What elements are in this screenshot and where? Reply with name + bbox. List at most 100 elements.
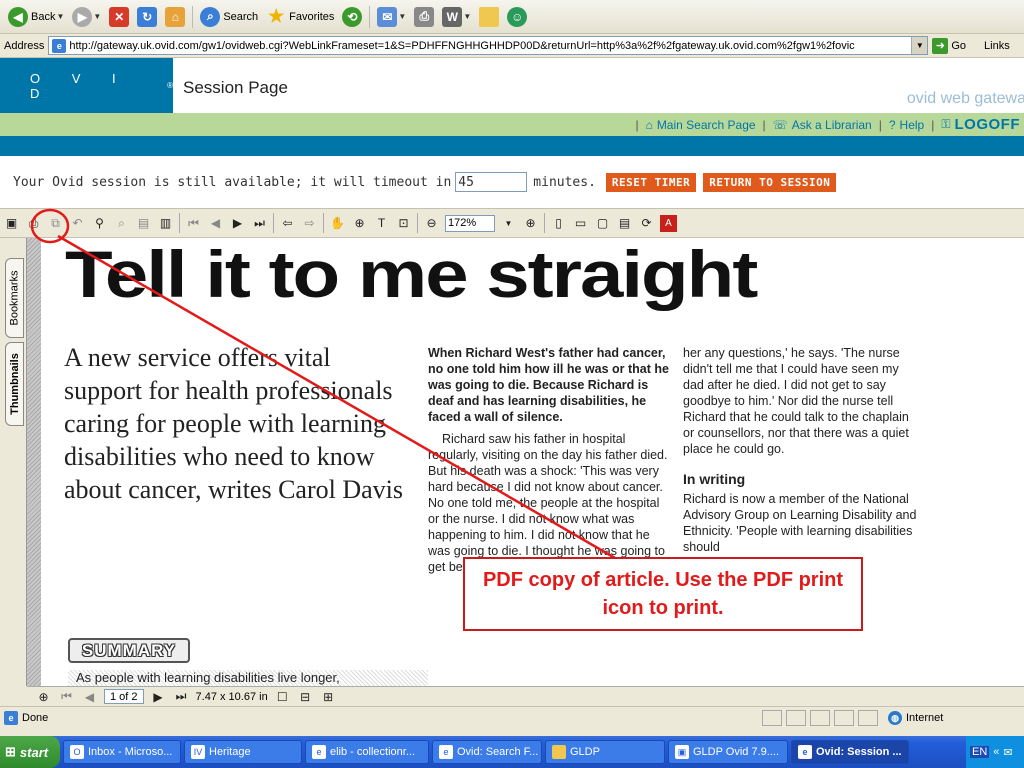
single-page-icon[interactable]: ☐ [274,688,291,705]
favorites-label: Favorites [289,10,335,23]
mail-icon[interactable]: ✉ [1003,746,1012,759]
ask-librarian-link[interactable]: Ask a Librarian [792,118,872,132]
page-size-label: 7.47 x 10.67 in [195,690,268,703]
tab-thumbnails-label: Thumbnails [8,353,21,415]
tab-bookmarks[interactable]: Bookmarks [5,258,24,338]
return-to-session-button[interactable]: RETURN TO SESSION [703,172,837,192]
ovid-logo: O V I D ® [0,58,173,113]
search-button[interactable]: ⌕ Search [196,4,262,30]
address-bar: Address e http://gateway.uk.ovid.com/gw1… [0,34,1024,58]
refresh-button[interactable]: ↻ [133,4,161,30]
zoom-out-icon[interactable]: ⊖ [423,215,440,232]
acrobat-toolbar: ▣ ⎙ ⧉ ↶ ⚲ ⌕ ▤ ▥ ⏮ ◀ ▶ ⏭ ⇦ ⇨ ✋ ⊕ T ⊡ ⊖ 17… [0,208,1024,238]
home-icon: ⌂ [165,6,186,27]
last-page-icon[interactable]: ⏭ [251,215,268,232]
chevron-down-icon[interactable]: ▼ [56,12,64,21]
page-indicator[interactable]: 1 of 2 [104,689,144,704]
previous-page-icon[interactable]: ◀ [81,688,98,705]
taskbar-item[interactable]: e Ovid: Search F... [432,740,542,764]
taskbar-item-label: Ovid: Search F... [457,746,539,758]
previous-page-icon[interactable]: ◀ [207,215,224,232]
print-button[interactable]: ⎙ [410,4,438,30]
help-link[interactable]: Help [900,118,925,132]
actual-size-icon[interactable]: ▯ [550,215,567,232]
search-icon[interactable]: ⌕ [113,215,130,232]
pdf-icon: ▣ [675,745,689,759]
printer-icon[interactable]: ⎙ [25,215,42,232]
nav-divider: | [635,117,639,132]
status-panel [834,710,854,726]
thumbnail-icon[interactable]: ▤ [135,215,152,232]
logoff-link[interactable]: LOGOFF [955,116,1021,133]
article-column-1: When Richard West's father had cancer, n… [428,345,671,581]
chevron-down-icon[interactable]: ▼ [398,12,406,21]
main-search-link[interactable]: Main Search Page [657,118,756,132]
copy-icon[interactable]: ⧉ [47,215,64,232]
forward-button[interactable]: ▶ ▼ [68,4,105,30]
chevron-down-icon[interactable]: ▼ [500,215,517,232]
last-page-icon[interactable]: ⏭ [173,688,190,705]
taskbar-item-label: GLDP Ovid 7.9.... [693,746,780,758]
find-icon[interactable]: ⚲ [91,215,108,232]
facing-icon[interactable]: ⊞ [320,688,337,705]
snapshot-icon[interactable]: ⊡ [395,215,412,232]
next-page-icon[interactable]: ▶ [229,215,246,232]
taskbar-item-label: elib - collectionr... [330,746,415,758]
nav-divider: | [878,117,882,132]
history-button[interactable]: ⟲ [338,4,366,30]
links-label[interactable]: Links [984,40,1010,52]
taskbar-item[interactable]: e elib - collectionr... [305,740,429,764]
search-icon: ⌕ [200,6,221,27]
taskbar-item[interactable]: IV Heritage [184,740,302,764]
zoom-level-field[interactable]: 172% [445,214,495,232]
previous-view-icon[interactable]: ⇦ [279,215,296,232]
stop-button[interactable]: ✕ [105,4,133,30]
next-view-icon[interactable]: ⇨ [301,215,318,232]
article-standfirst: A new service offers vital support for h… [64,343,404,504]
taskbar-item[interactable]: ▣ GLDP Ovid 7.9.... [668,740,788,764]
messenger-button[interactable]: ☺ [503,4,531,30]
first-page-icon[interactable]: ⏮ [185,215,202,232]
go-button[interactable]: ➜ Go [932,37,966,54]
navigation-pane-icon[interactable]: ▥ [157,215,174,232]
reset-timer-button[interactable]: RESET TIMER [605,172,697,192]
next-page-icon[interactable]: ▶ [150,688,167,705]
address-input[interactable]: e http://gateway.uk.ovid.com/gw1/ovidweb… [48,36,929,55]
timeout-input[interactable]: 45 [455,172,528,192]
language-indicator[interactable]: EN [970,746,990,758]
undo-icon[interactable]: ↶ [69,215,86,232]
hand-tool-icon[interactable]: ✋ [329,215,346,232]
save-icon[interactable]: ▣ [3,215,20,232]
first-page-icon[interactable]: ⏮ [58,688,75,705]
text-select-icon[interactable]: T [373,215,390,232]
zoom-in-icon[interactable]: ⊕ [522,215,539,232]
back-button[interactable]: ◀ Back ▼ [4,4,68,30]
tab-thumbnails[interactable]: Thumbnails [5,342,24,426]
folder-icon [552,745,566,759]
mail-button[interactable]: ✉ ▼ [373,4,410,30]
adobe-logo-icon[interactable]: A [660,214,677,232]
summary-text: As people with learning disabilities liv… [68,670,428,686]
zoom-tool-icon[interactable]: ⊕ [351,215,368,232]
reflow-icon[interactable]: ▤ [616,215,633,232]
favorites-button[interactable]: ★ Favorites [262,4,338,30]
rotate-icon[interactable]: ⟳ [638,215,655,232]
taskbar-item[interactable]: O Inbox - Microso... [63,740,181,764]
fit-width-icon[interactable]: ▢ [594,215,611,232]
continuous-icon[interactable]: ⊟ [297,688,314,705]
home-button[interactable]: ⌂ [161,4,189,30]
taskbar-item[interactable]: GLDP [545,740,665,764]
edit-button[interactable]: W ▼ [438,4,475,30]
navigation-icon[interactable]: ⊕ [35,688,52,705]
fit-page-icon[interactable]: ▭ [572,215,589,232]
taskbar-item-active[interactable]: e Ovid: Session ... [791,740,909,764]
start-button[interactable]: ⊞ start [0,736,60,768]
chevron-down-icon[interactable]: ▼ [463,12,471,21]
chevron-down-icon[interactable]: ▼ [93,12,101,21]
tab-bookmarks-label: Bookmarks [8,270,21,326]
tray-expand-icon[interactable]: « [993,746,999,758]
chevron-down-icon[interactable]: ▼ [911,37,928,54]
mail-icon: ✉ [377,6,398,27]
folder-button[interactable] [475,4,503,30]
search-label: Search [223,10,259,23]
